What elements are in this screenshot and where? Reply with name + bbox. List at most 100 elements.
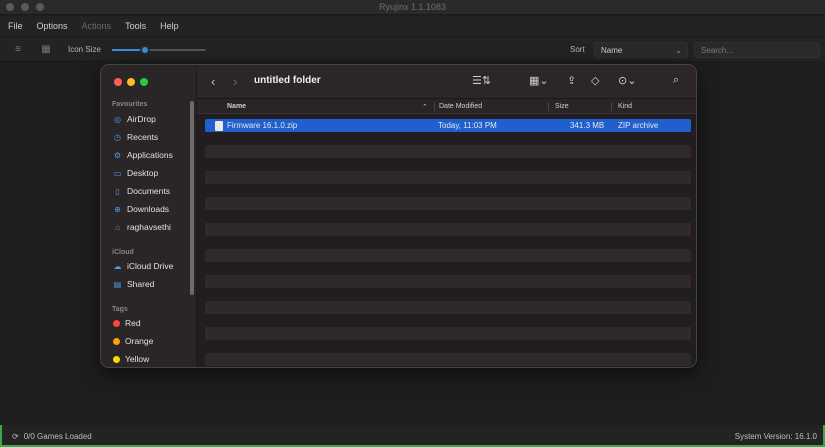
folder-title: untitled folder bbox=[254, 75, 321, 86]
list-view-icon[interactable]: ☰⇅ bbox=[472, 74, 491, 87]
empty-row bbox=[205, 197, 691, 210]
empty-row bbox=[205, 340, 691, 353]
empty-row bbox=[205, 223, 691, 236]
sidebar-item-label: AirDrop bbox=[127, 114, 156, 124]
sidebar-item-tag-red[interactable]: Red bbox=[113, 316, 141, 330]
sidebar-item-label: raghavsethi bbox=[127, 222, 171, 232]
sidebar-item-shared[interactable]: ▤ Shared bbox=[113, 277, 155, 291]
share-icon[interactable]: ⇪ bbox=[567, 74, 576, 87]
empty-row bbox=[205, 327, 691, 340]
status-bar: ⟳ 0/0 Games Loaded System Version: 16.1.… bbox=[0, 425, 825, 447]
download-icon: ⊕ bbox=[114, 204, 121, 214]
column-kind[interactable]: Kind bbox=[618, 103, 632, 110]
search-icon[interactable]: ⌕ bbox=[673, 74, 679, 87]
sidebar-item-icloud-drive[interactable]: ☁ iCloud Drive bbox=[113, 259, 174, 273]
sidebar-item-tag-orange[interactable]: Orange bbox=[113, 334, 153, 348]
icon-size-slider[interactable] bbox=[112, 45, 206, 55]
sort-select[interactable]: Name ⌄ bbox=[594, 42, 688, 58]
sidebar-item-label: Shared bbox=[127, 279, 155, 289]
menu-actions[interactable]: Actions bbox=[82, 21, 112, 31]
empty-row bbox=[205, 236, 691, 249]
grid-view-icon[interactable]: ▦⌄ bbox=[529, 74, 549, 87]
column-separator bbox=[434, 102, 435, 111]
close-button[interactable] bbox=[114, 78, 122, 86]
empty-row bbox=[205, 145, 691, 158]
sidebar-item-documents[interactable]: ▯ Documents bbox=[113, 184, 170, 198]
empty-row bbox=[205, 262, 691, 275]
column-separator bbox=[548, 102, 549, 111]
column-header: Name ⌃ Date Modified Size Kind bbox=[197, 99, 696, 114]
menu-help[interactable]: Help bbox=[160, 21, 179, 31]
finder-toolbar: ‹ › untitled folder ☰⇅ ▦⌄ ⇪ ◇ ⊙⌄ ⌕ bbox=[197, 65, 696, 99]
cloud-icon: ☁ bbox=[113, 261, 122, 271]
sidebar-item-applications[interactable]: ⚙ Applications bbox=[113, 148, 173, 162]
dialog-window-controls bbox=[114, 78, 148, 86]
column-date-modified[interactable]: Date Modified bbox=[439, 103, 482, 110]
tag-dot-icon bbox=[113, 355, 120, 363]
more-actions-icon[interactable]: ⊙⌄ bbox=[618, 74, 636, 87]
empty-row bbox=[205, 353, 691, 366]
menu-options[interactable]: Options bbox=[37, 21, 68, 31]
minimize-button[interactable] bbox=[127, 78, 135, 86]
sidebar-item-downloads[interactable]: ⊕ Downloads bbox=[113, 202, 169, 216]
sidebar-item-desktop[interactable]: ▭ Desktop bbox=[113, 166, 158, 180]
sidebar-section-favourites: Favourites bbox=[112, 101, 148, 108]
sidebar-item-home[interactable]: ⌂ raghavsethi bbox=[113, 220, 171, 234]
games-loaded-text: 0/0 Games Loaded bbox=[23, 432, 92, 441]
sidebar-item-label: Applications bbox=[127, 150, 173, 160]
chevron-down-icon: ⌄ bbox=[675, 46, 682, 55]
empty-row bbox=[205, 249, 691, 262]
system-version-text: System Version: 16.1.0 bbox=[734, 432, 817, 441]
file-size: 341.3 MB bbox=[570, 121, 605, 130]
tag-dot-icon bbox=[113, 337, 120, 345]
app-toolbar: ≡ ▦ Icon Size Sort Name ⌄ Search... bbox=[0, 38, 825, 62]
list-view-icon[interactable]: ≡ bbox=[12, 44, 24, 56]
sidebar-item-label: Recents bbox=[127, 132, 159, 142]
empty-row bbox=[205, 288, 691, 301]
sidebar-item-tag-yellow[interactable]: Yellow bbox=[113, 352, 149, 366]
sidebar-item-label: Documents bbox=[127, 186, 170, 196]
sidebar-section-tags: Tags bbox=[112, 306, 128, 313]
clock-icon: ◷ bbox=[114, 132, 121, 142]
sidebar-item-label: iCloud Drive bbox=[127, 261, 174, 271]
column-name[interactable]: Name bbox=[227, 103, 246, 110]
sidebar-item-label: Desktop bbox=[127, 168, 159, 178]
file-list: Firmware 16.1.0.zip Today, 11:03 PM 341.… bbox=[205, 119, 691, 366]
shared-folder-icon: ▤ bbox=[113, 279, 122, 289]
search-input[interactable]: Search... bbox=[694, 42, 820, 58]
sort-label: Sort bbox=[570, 45, 585, 54]
finder-content: ‹ › untitled folder ☰⇅ ▦⌄ ⇪ ◇ ⊙⌄ ⌕ Name … bbox=[197, 65, 696, 367]
desktop-icon: ▭ bbox=[113, 168, 122, 178]
refresh-icon[interactable]: ⟳ bbox=[12, 432, 19, 441]
sort-value: Name bbox=[601, 46, 623, 55]
empty-row bbox=[205, 158, 691, 171]
sort-ascending-icon[interactable]: ⌃ bbox=[422, 103, 428, 111]
file-kind: ZIP archive bbox=[618, 121, 659, 130]
empty-row bbox=[205, 275, 691, 288]
tag-icon[interactable]: ◇ bbox=[591, 74, 599, 87]
sidebar-item-recents[interactable]: ◷ Recents bbox=[113, 130, 158, 144]
grid-view-icon[interactable]: ▦ bbox=[40, 44, 52, 56]
applications-icon: ⚙ bbox=[113, 150, 122, 160]
menu-tools[interactable]: Tools bbox=[125, 21, 146, 31]
sidebar-item-label: Red bbox=[125, 318, 141, 328]
empty-row bbox=[205, 210, 691, 223]
file-row[interactable]: Firmware 16.1.0.zip Today, 11:03 PM 341.… bbox=[205, 119, 691, 132]
zip-file-icon bbox=[215, 121, 223, 131]
home-icon: ⌂ bbox=[115, 222, 120, 232]
file-date: Today, 11:03 PM bbox=[438, 121, 497, 130]
sidebar-scrollbar[interactable] bbox=[190, 101, 194, 295]
forward-chevron-icon[interactable]: › bbox=[233, 74, 237, 89]
back-chevron-icon[interactable]: ‹ bbox=[211, 74, 215, 89]
window-title: Ryujinx 1.1.1083 bbox=[378, 2, 447, 12]
icon-size-label: Icon Size bbox=[68, 45, 101, 54]
empty-row bbox=[205, 132, 691, 145]
empty-row bbox=[205, 184, 691, 197]
column-size[interactable]: Size bbox=[555, 103, 569, 110]
airdrop-icon: ◎ bbox=[114, 114, 121, 124]
sidebar-item-label: Yellow bbox=[125, 354, 150, 364]
zoom-button[interactable] bbox=[140, 78, 148, 86]
sidebar-item-airdrop[interactable]: ◎ AirDrop bbox=[113, 112, 156, 126]
icon-size-slider-knob[interactable] bbox=[139, 45, 150, 55]
menu-file[interactable]: File bbox=[8, 21, 23, 31]
